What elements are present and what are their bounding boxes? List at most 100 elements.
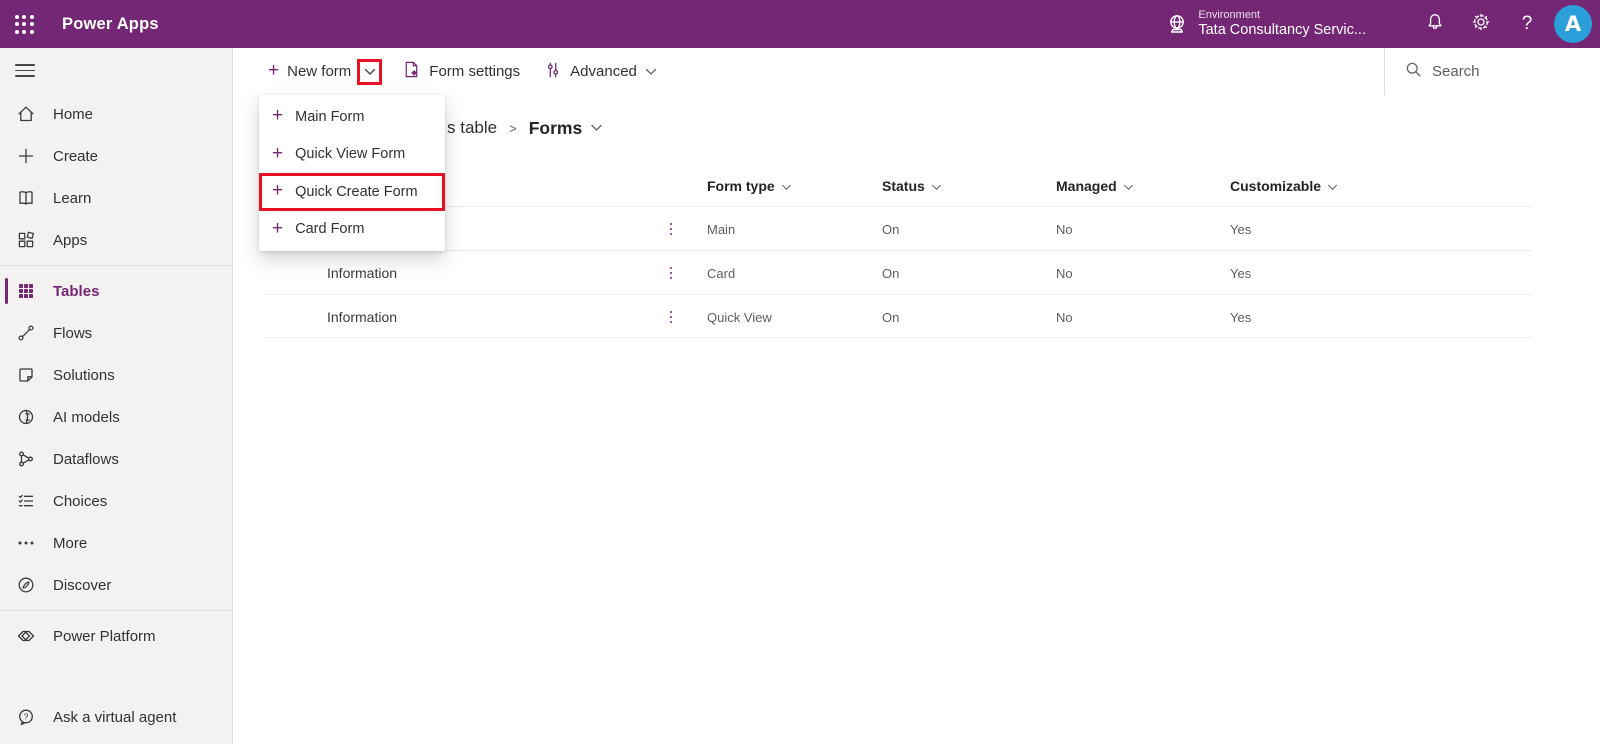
menu-item-label: Quick View Form: [295, 146, 405, 162]
flow-icon: [16, 323, 36, 343]
sidebar-item-ai-models[interactable]: AI models: [0, 396, 232, 438]
plus-icon: +: [272, 106, 283, 125]
column-header-label: Customizable: [1230, 178, 1321, 194]
form-name-cell[interactable]: Information: [327, 295, 397, 339]
solutions-icon: [16, 365, 36, 385]
book-icon: [16, 188, 36, 208]
sidebar-item-tables[interactable]: Tables: [0, 270, 232, 312]
table-row[interactable]: InformationCardOnNoYes: [265, 250, 1532, 294]
managed-cell: No: [1056, 207, 1073, 251]
advanced-button[interactable]: Advanced: [540, 55, 661, 89]
sidebar-item-home[interactable]: Home: [0, 93, 232, 135]
form-type-cell: Card: [707, 251, 735, 295]
power-apps-window: Power Apps Environment Tata Consultancy …: [0, 0, 1600, 744]
sidebar-bottom: ? Ask a virtual agent: [0, 696, 232, 744]
settings-button[interactable]: [1458, 0, 1504, 48]
chevron-down-icon: [645, 63, 657, 80]
app-launcher-button[interactable]: [0, 0, 48, 48]
collapse-nav-button[interactable]: [0, 48, 232, 93]
search-input[interactable]: [1432, 63, 1582, 80]
advanced-label: Advanced: [570, 63, 637, 80]
form-type-cell: Main: [707, 207, 735, 251]
help-button[interactable]: ?: [1504, 0, 1550, 48]
chevron-down-icon: [1327, 178, 1338, 194]
column-header-form-type[interactable]: Form type: [707, 166, 792, 206]
sidebar-item-label: Home: [53, 106, 93, 123]
kebab-icon: [662, 223, 680, 236]
column-header-label: Form type: [707, 178, 775, 194]
sidebar-item-label: Ask a virtual agent: [53, 709, 176, 726]
dataflow-icon: [16, 449, 36, 469]
chat-question-icon: ?: [16, 707, 36, 727]
new-form-label: New form: [287, 63, 351, 80]
status-cell: On: [882, 251, 899, 295]
managed-cell: No: [1056, 295, 1073, 339]
managed-cell: No: [1056, 251, 1073, 295]
row-more-commands-button[interactable]: [662, 251, 680, 295]
sidebar-item-flows[interactable]: Flows: [0, 312, 232, 354]
avatar[interactable]: A: [1554, 5, 1592, 43]
sidebar-item-solutions[interactable]: Solutions: [0, 354, 232, 396]
breadcrumb-current-forms[interactable]: Forms: [529, 118, 603, 139]
menu-item-quick-create-form[interactable]: +Quick Create Form: [259, 173, 445, 211]
form-settings-icon: [402, 60, 421, 83]
hamburger-icon: [15, 64, 35, 77]
sidebar-item-more[interactable]: More: [0, 522, 232, 564]
table-row[interactable]: InformationQuick ViewOnNoYes: [265, 294, 1532, 338]
menu-item-card-form[interactable]: +Card Form: [259, 211, 445, 249]
customizable-cell: Yes: [1230, 295, 1251, 339]
sidebar-item-label: Tables: [53, 283, 99, 300]
sidebar-item-create[interactable]: Create: [0, 135, 232, 177]
column-header-managed[interactable]: Managed: [1056, 166, 1134, 206]
command-bar: + New form Form settings: [234, 48, 1600, 95]
menu-item-main-form[interactable]: +Main Form: [259, 98, 445, 136]
sidebar-item-label: More: [53, 535, 87, 552]
row-more-commands-button[interactable]: [662, 207, 680, 251]
new-form-button[interactable]: + New form: [264, 57, 355, 86]
sidebar-item-label: Choices: [53, 493, 107, 510]
sidebar-item-learn[interactable]: Learn: [0, 177, 232, 219]
environment-name: Tata Consultancy Servic...: [1198, 22, 1366, 39]
environment-label: Environment: [1198, 9, 1366, 22]
top-header: Power Apps Environment Tata Consultancy …: [0, 0, 1600, 48]
bell-icon: [1425, 12, 1445, 37]
menu-item-quick-view-form[interactable]: + Quick View Form: [259, 136, 445, 174]
home-icon: [16, 104, 36, 124]
header-right-cluster: Environment Tata Consultancy Servic...: [1165, 0, 1600, 48]
environment-picker[interactable]: Environment Tata Consultancy Servic...: [1165, 9, 1366, 38]
highlight-box-new-form-chevron: [357, 59, 382, 85]
sidebar-item-ask-a-virtual-agent[interactable]: ? Ask a virtual agent: [0, 696, 232, 738]
kebab-icon: [662, 311, 680, 324]
column-header-customizable[interactable]: Customizable: [1230, 166, 1338, 206]
chevron-down-icon[interactable]: [364, 63, 376, 81]
plus-icon: +: [272, 144, 283, 163]
sidebar-item-label: Solutions: [53, 367, 115, 384]
row-more-commands-button[interactable]: [662, 295, 680, 339]
sidebar-divider: [0, 610, 232, 611]
table-row[interactable]: MainOnNoYes: [265, 206, 1532, 250]
sidebar-item-discover[interactable]: Discover: [0, 564, 232, 606]
kebab-icon: [662, 267, 680, 280]
left-sidebar: Home CreateLearn Apps Tables Flows Solutions A…: [0, 48, 233, 744]
notifications-button[interactable]: [1412, 0, 1458, 48]
chevron-down-icon: [931, 178, 942, 194]
choices-icon: [16, 491, 36, 511]
sidebar-item-power-platform[interactable]: Power Platform: [0, 615, 232, 657]
form-name-cell[interactable]: Information: [327, 251, 397, 295]
chevron-down-icon: [1123, 178, 1134, 194]
column-header-status[interactable]: Status: [882, 166, 942, 206]
sidebar-item-apps[interactable]: Apps: [0, 219, 232, 261]
sidebar-item-dataflows[interactable]: Dataflows: [0, 438, 232, 480]
status-cell: On: [882, 207, 899, 251]
waffle-icon: [15, 15, 34, 34]
breadcrumb-table-link[interactable]: s table: [447, 118, 497, 138]
plus-icon: +: [272, 181, 283, 200]
sidebar-item-label: Apps: [53, 232, 87, 249]
form-settings-button[interactable]: Form settings: [398, 54, 524, 89]
sidebar-item-choices[interactable]: Choices: [0, 480, 232, 522]
chevron-down-icon: [781, 178, 792, 194]
sidebar-item-label: Discover: [53, 577, 111, 594]
ai-models-icon: [16, 407, 36, 427]
sidebar-item-label: Power Platform: [53, 628, 156, 645]
app-title: Power Apps: [62, 15, 159, 34]
